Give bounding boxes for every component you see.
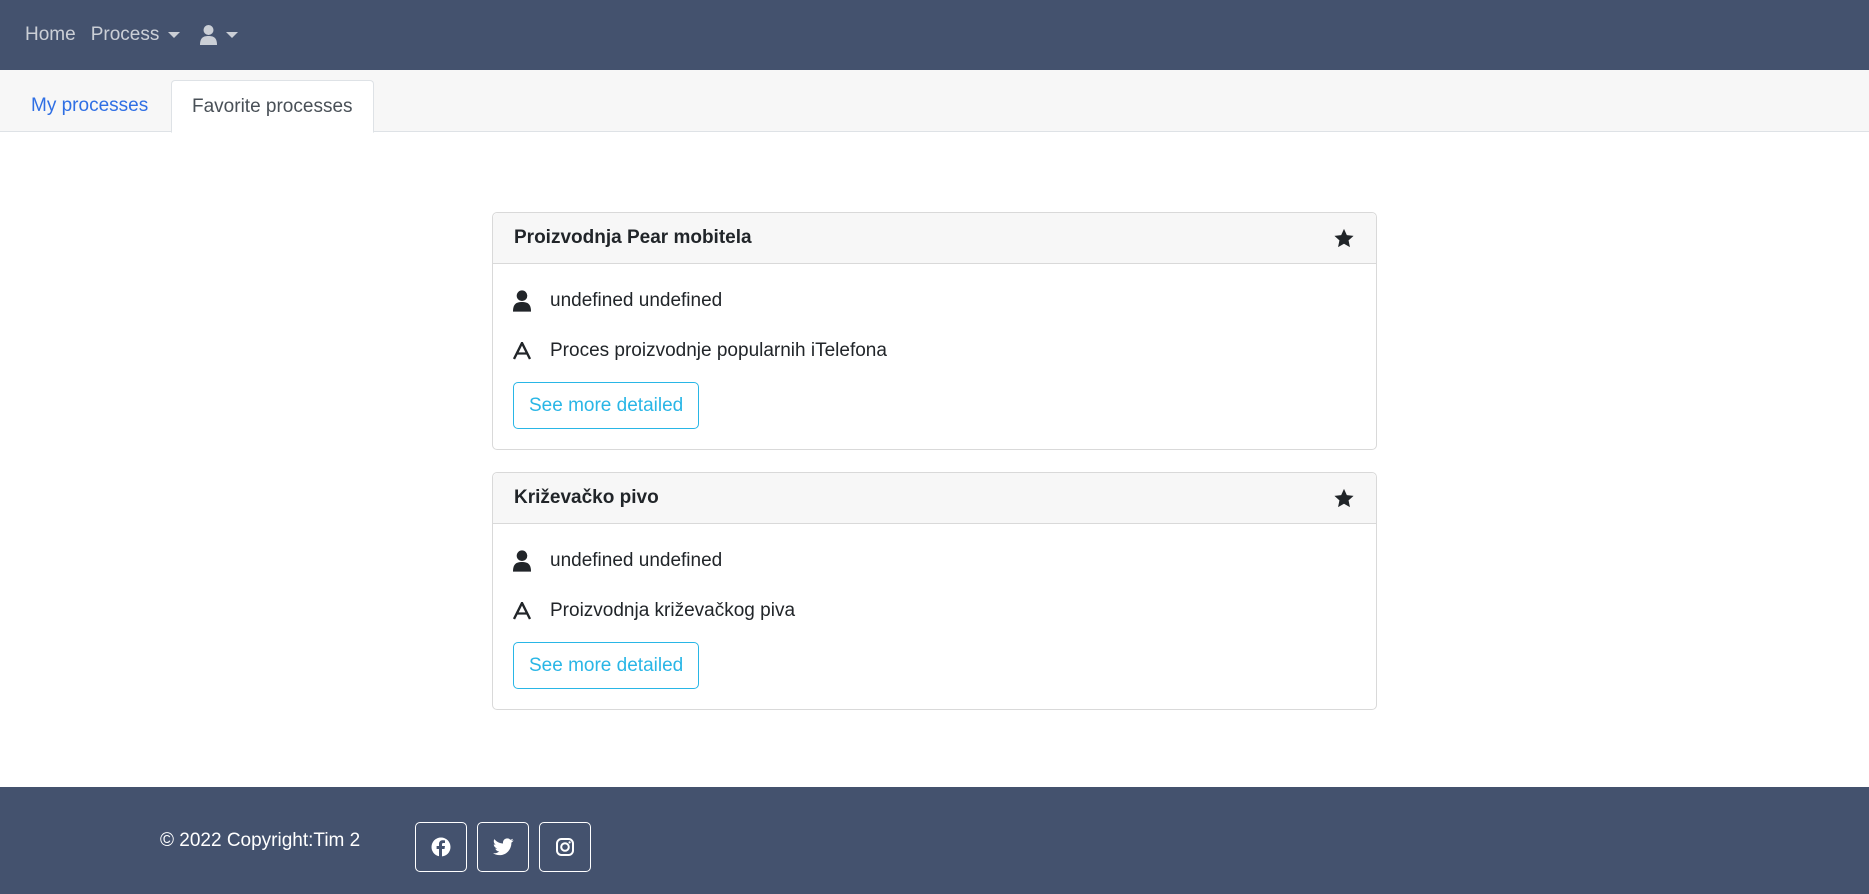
process-description: Proces proizvodnje popularnih iTelefona [550, 340, 887, 361]
description-row: Proces proizvodnje popularnih iTelefona [513, 334, 1356, 368]
page-footer: © 2022 Copyright:Tim 2 [0, 787, 1869, 894]
facebook-icon [431, 837, 451, 857]
description-row: Proizvodnja križevačkog piva [513, 594, 1356, 628]
nav-home-link[interactable]: Home [25, 24, 76, 46]
tab-my-processes[interactable]: My processes [11, 80, 168, 132]
user-menu-dropdown[interactable] [200, 25, 239, 45]
tab-favorite-processes[interactable]: Favorite processes [171, 80, 374, 133]
owner-row: undefined undefined [513, 544, 1356, 578]
card-title: Križevačko pivo [514, 487, 659, 508]
top-navbar: Home Process [0, 0, 1869, 70]
owner-name: undefined undefined [550, 550, 723, 571]
font-icon [513, 342, 550, 360]
nav-process-label: Process [90, 24, 160, 45]
card-title: Proizvodnja Pear mobitela [514, 227, 752, 248]
see-more-button[interactable]: See more detailed [513, 382, 700, 429]
nav-process-dropdown[interactable]: Process [91, 24, 181, 46]
card-header: Proizvodnja Pear mobitela [493, 213, 1376, 264]
card-header: Križevačko pivo [493, 473, 1376, 524]
owner-user-icon [513, 290, 550, 312]
instagram-icon [556, 838, 574, 856]
process-description: Proizvodnja križevačkog piva [550, 600, 796, 621]
process-card: Proizvodnja Pear mobitela undefined unde… [492, 212, 1377, 450]
instagram-button[interactable] [539, 822, 591, 872]
caret-down-icon [168, 32, 181, 38]
facebook-button[interactable] [415, 822, 467, 872]
twitter-icon [492, 838, 514, 856]
see-more-button[interactable]: See more detailed [513, 642, 700, 689]
card-body: undefined undefined Proces proizvodnje p… [493, 264, 1376, 449]
caret-down-icon [226, 32, 239, 38]
star-icon [1334, 488, 1354, 507]
user-icon [200, 25, 218, 45]
card-body: undefined undefined Proizvodnja križevač… [493, 524, 1376, 709]
owner-row: undefined undefined [513, 284, 1356, 318]
owner-user-icon [513, 550, 550, 572]
star-icon [1334, 228, 1354, 247]
favorite-toggle[interactable] [1333, 488, 1355, 509]
owner-name: undefined undefined [550, 290, 723, 311]
twitter-button[interactable] [477, 822, 529, 872]
process-card: Križevačko pivo undefined undefined Proi… [492, 472, 1377, 710]
font-icon [513, 602, 550, 620]
process-tabs: My processes Favorite processes [0, 70, 1869, 133]
copyright-text: © 2022 Copyright:Tim 2 [160, 829, 361, 851]
favorite-toggle[interactable] [1333, 228, 1355, 249]
